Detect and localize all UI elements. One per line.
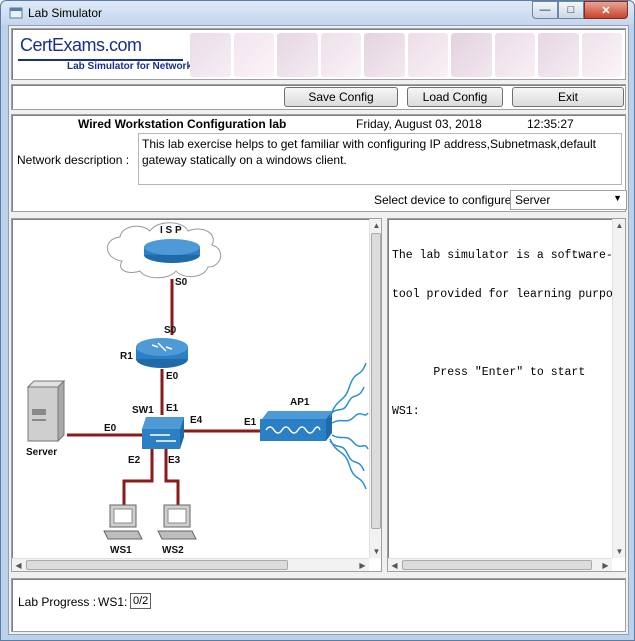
brand-logo: CertExams.com — [20, 35, 142, 55]
device-select[interactable]: Server ▼ — [510, 190, 627, 210]
banner-tiles — [190, 33, 622, 77]
description-label: Network description : — [17, 153, 130, 167]
console-line: Press "Enter" to start — [392, 366, 586, 379]
lab-progress-label: Lab Progress : — [18, 595, 97, 609]
console-vertical-scrollbar[interactable]: ▲ ▼ — [612, 219, 625, 558]
router-icon[interactable] — [136, 338, 188, 368]
logo-banner: CertExams.com Lab Simulator for Network+ — [11, 28, 626, 80]
window-title: Lab Simulator — [28, 6, 103, 20]
close-icon[interactable]: ✕ — [584, 1, 628, 19]
device-select-value: Server — [515, 193, 551, 207]
switch-icon[interactable] — [142, 417, 184, 449]
ap1-port-label: E1 — [244, 417, 257, 428]
app-window: Lab Simulator — □ ✕ CertExams.com Lab Si… — [0, 0, 635, 641]
wireless-waves-icon — [329, 362, 369, 490]
save-config-button[interactable]: Save Config — [284, 87, 398, 107]
console-panel[interactable]: The lab simulator is a software-ba tool … — [387, 218, 626, 572]
network-diagram: I S P S0 S0 R1 E0 SW1 E1 E4 E2 E3 Server… — [26, 222, 369, 556]
exit-button[interactable]: Exit — [512, 87, 624, 107]
scroll-up-icon[interactable]: ▲ — [370, 219, 381, 232]
scroll-up-icon[interactable]: ▲ — [613, 219, 625, 232]
scroll-left-icon[interactable]: ◀ — [12, 559, 25, 571]
description-textbox[interactable]: This lab exercise helps to get familiar … — [138, 133, 622, 185]
scroll-right-icon[interactable]: ▶ — [356, 559, 369, 571]
diagram-vertical-scrollbar[interactable]: ▲ ▼ — [369, 219, 381, 558]
server-icon[interactable] — [26, 379, 66, 443]
scroll-down-icon[interactable]: ▼ — [613, 545, 625, 558]
workstation-icon[interactable] — [157, 504, 197, 540]
ws1-label: WS1 — [110, 545, 132, 556]
server-label: Server — [26, 447, 57, 458]
console-line: tool provided for learning purpose — [392, 288, 626, 301]
console-line: WS1: — [392, 405, 420, 418]
lab-info-panel: Wired Workstation Configuration lab Frid… — [11, 114, 627, 212]
sw1-e2-label: E2 — [128, 455, 141, 466]
scroll-right-icon[interactable]: ▶ — [599, 559, 612, 571]
toolbar: Save Config Load Config Exit — [11, 84, 626, 110]
title-bar[interactable]: Lab Simulator — □ ✕ — [1, 1, 634, 25]
scroll-down-icon[interactable]: ▼ — [370, 545, 381, 558]
maximize-icon[interactable]: □ — [558, 1, 584, 19]
ws2-label: WS2 — [162, 545, 184, 556]
chevron-down-icon[interactable]: ▼ — [613, 193, 622, 203]
diagram-horizontal-scrollbar[interactable]: ◀ ▶ — [12, 558, 369, 571]
sw1-label: SW1 — [132, 405, 154, 416]
console-horizontal-scrollbar[interactable]: ◀ ▶ — [388, 558, 612, 571]
load-config-button[interactable]: Load Config — [407, 87, 503, 107]
r1-label: R1 — [120, 351, 133, 362]
console-line: The lab simulator is a software-ba — [392, 249, 626, 262]
access-point-icon[interactable] — [260, 411, 332, 441]
server-port-label: E0 — [104, 423, 117, 434]
app-icon — [9, 7, 23, 19]
lab-progress-panel: Lab Progress : WS1: 0/2 — [11, 578, 626, 632]
brand-subtitle: Lab Simulator for Network+ — [67, 61, 198, 72]
sw1-e3-label: E3 — [168, 455, 181, 466]
isp-label: I S P — [160, 225, 182, 236]
lab-title: Wired Workstation Configuration lab — [78, 117, 287, 131]
scroll-thumb[interactable] — [371, 233, 381, 529]
lab-date: Friday, August 03, 2018 — [356, 117, 482, 131]
window-controls: — □ ✕ — [532, 1, 628, 21]
progress-device-label: WS1: — [98, 595, 128, 609]
sw1-e4-label: E4 — [190, 415, 203, 426]
console-line: ​ — [392, 327, 625, 340]
scroll-left-icon[interactable]: ◀ — [388, 559, 401, 571]
device-select-label: Select device to configure : — [374, 193, 519, 207]
r1-s0-label: S0 — [164, 325, 177, 336]
scroll-thumb[interactable] — [26, 560, 288, 570]
console-output[interactable]: The lab simulator is a software-ba tool … — [392, 223, 626, 444]
client-area: CertExams.com Lab Simulator for Network+… — [8, 25, 629, 635]
minimize-icon[interactable]: — — [532, 1, 558, 19]
ap1-label: AP1 — [290, 397, 310, 408]
progress-value-badge: 0/2 — [130, 593, 152, 609]
scroll-thumb[interactable] — [402, 560, 592, 570]
workstation-icon[interactable] — [103, 504, 143, 540]
isp-port-label: S0 — [175, 277, 188, 288]
lab-time: 12:35:27 — [527, 117, 574, 131]
network-diagram-panel: I S P S0 S0 R1 E0 SW1 E1 E4 E2 E3 Server… — [11, 218, 382, 572]
sw1-e1-label: E1 — [166, 403, 179, 414]
r1-e0-label: E0 — [166, 371, 179, 382]
